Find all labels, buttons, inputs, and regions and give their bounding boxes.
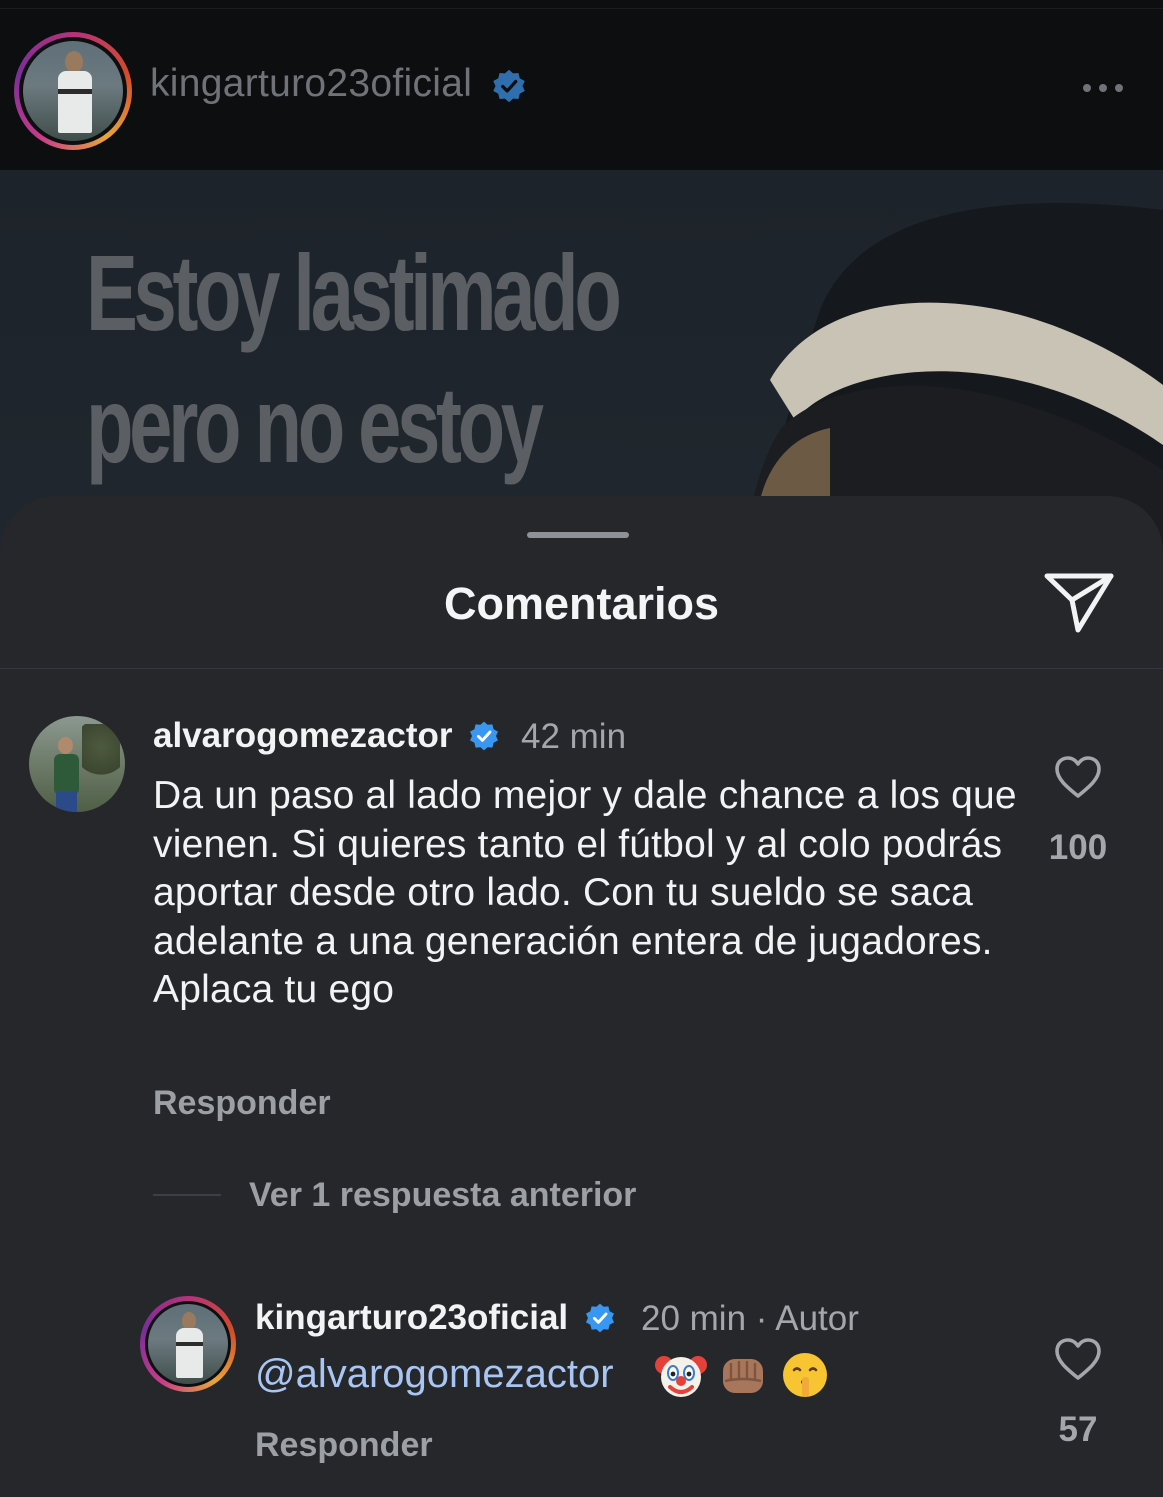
post-image-text-line1: Estoy lastimado bbox=[86, 232, 622, 353]
post-header: kingarturo23oficial bbox=[0, 0, 1163, 170]
sheet-divider bbox=[0, 668, 1163, 669]
more-dots-icon[interactable] bbox=[1083, 84, 1123, 92]
reply-button[interactable]: Responder bbox=[255, 1426, 433, 1465]
paper-plane-icon[interactable] bbox=[1042, 570, 1116, 634]
heart-icon[interactable] bbox=[1053, 1336, 1103, 1382]
reply-username-text[interactable]: kingarturo23oficial bbox=[255, 1298, 568, 1337]
verified-badge-icon bbox=[584, 1302, 616, 1334]
comment-username-text[interactable]: alvarogomezactor bbox=[153, 716, 453, 755]
status-divider bbox=[0, 8, 1163, 9]
emoji-row bbox=[655, 1349, 831, 1401]
post-author-avatar[interactable] bbox=[14, 32, 132, 150]
reply-timestamp: 20 min · Autor bbox=[641, 1299, 859, 1338]
view-replies-button[interactable]: Ver 1 respuesta anterior bbox=[249, 1176, 636, 1215]
verified-badge-icon bbox=[468, 720, 500, 752]
fist-bump-icon bbox=[723, 1359, 763, 1393]
like-count: 57 bbox=[1058, 1410, 1098, 1449]
instagram-screen: kingarturo23oficial Estoy lastimado pero… bbox=[0, 0, 1163, 1497]
post-image-text-line2: pero no estoy bbox=[86, 364, 544, 485]
clown-face-icon bbox=[655, 1356, 707, 1397]
verified-badge-icon bbox=[491, 68, 527, 104]
sheet-title: Comentarios bbox=[443, 578, 720, 629]
comment-text: Da un paso al lado mejor y dale chance a… bbox=[153, 774, 1017, 1011]
post-author-username-text[interactable]: kingarturo23oficial bbox=[150, 62, 472, 105]
post-author-username[interactable]: kingarturo23oficial bbox=[150, 62, 527, 106]
heart-icon[interactable] bbox=[1053, 754, 1103, 800]
comments-sheet: Comentarios alvarogomezactor 42 min Da u… bbox=[0, 496, 1163, 1497]
avatar[interactable] bbox=[140, 1296, 236, 1392]
reply-button[interactable]: Responder bbox=[153, 1084, 331, 1123]
mention-link[interactable]: @alvarogomezactor bbox=[255, 1352, 614, 1397]
avatar[interactable] bbox=[29, 716, 125, 812]
sheet-grabber[interactable] bbox=[527, 532, 629, 538]
reply-username[interactable]: kingarturo23oficial bbox=[255, 1298, 616, 1338]
shushing-face-icon bbox=[783, 1353, 827, 1397]
comment-timestamp: 42 min bbox=[521, 717, 627, 756]
comment-username[interactable]: alvarogomezactor bbox=[153, 716, 500, 756]
like-count: 100 bbox=[1048, 828, 1108, 867]
thread-line bbox=[153, 1194, 221, 1196]
